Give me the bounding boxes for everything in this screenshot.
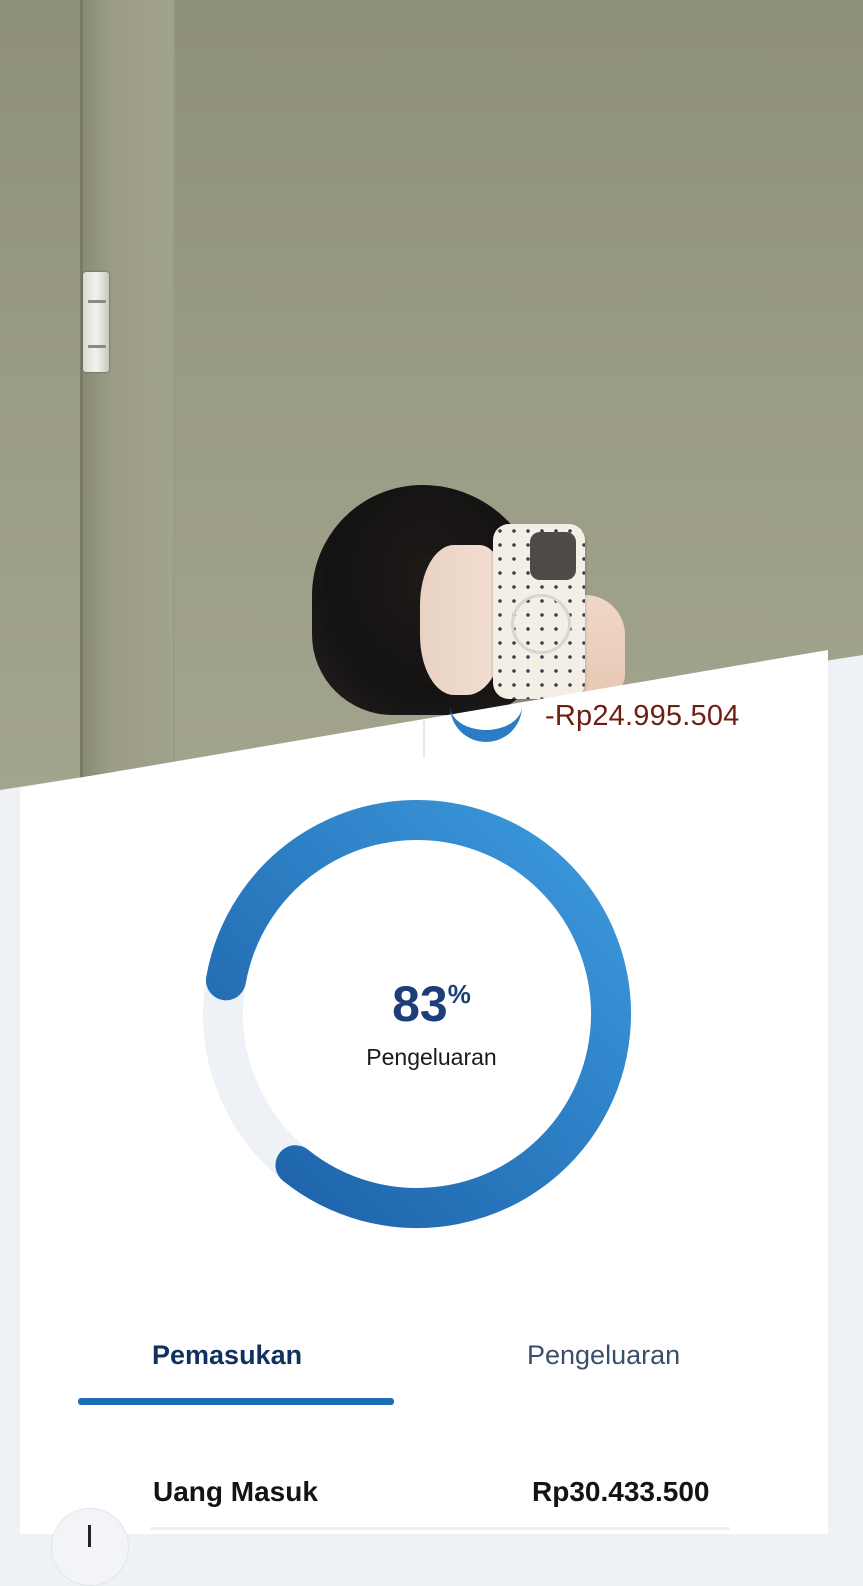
row-label: Uang Masuk (153, 1476, 318, 1507)
hinge-line (88, 345, 106, 348)
row-progress-line (150, 1527, 730, 1530)
add-button[interactable] (51, 1508, 129, 1586)
hinge-line (88, 300, 106, 303)
tab-pengeluaran[interactable]: Pengeluaran (527, 1340, 680, 1371)
tab-pemasukan[interactable]: Pemasukan (152, 1340, 302, 1371)
plus-icon (88, 1525, 91, 1547)
phone-magsafe-ring (511, 594, 571, 654)
mini-chart-arc (450, 668, 522, 742)
donut-label: Pengeluaran (366, 1044, 497, 1070)
expense-amount: -Rp24.995.504 (545, 700, 740, 732)
door-hinge (83, 272, 109, 372)
percent-value: 83 (392, 976, 448, 1032)
donut-percentage: 83% (0, 975, 863, 1033)
summary-divider (423, 720, 425, 758)
active-tab-indicator (78, 1398, 394, 1405)
phone-camera (530, 532, 576, 580)
percent-sign: % (447, 979, 471, 1009)
row-value: Rp30.433.500 (532, 1476, 710, 1507)
door-frame (80, 0, 175, 790)
